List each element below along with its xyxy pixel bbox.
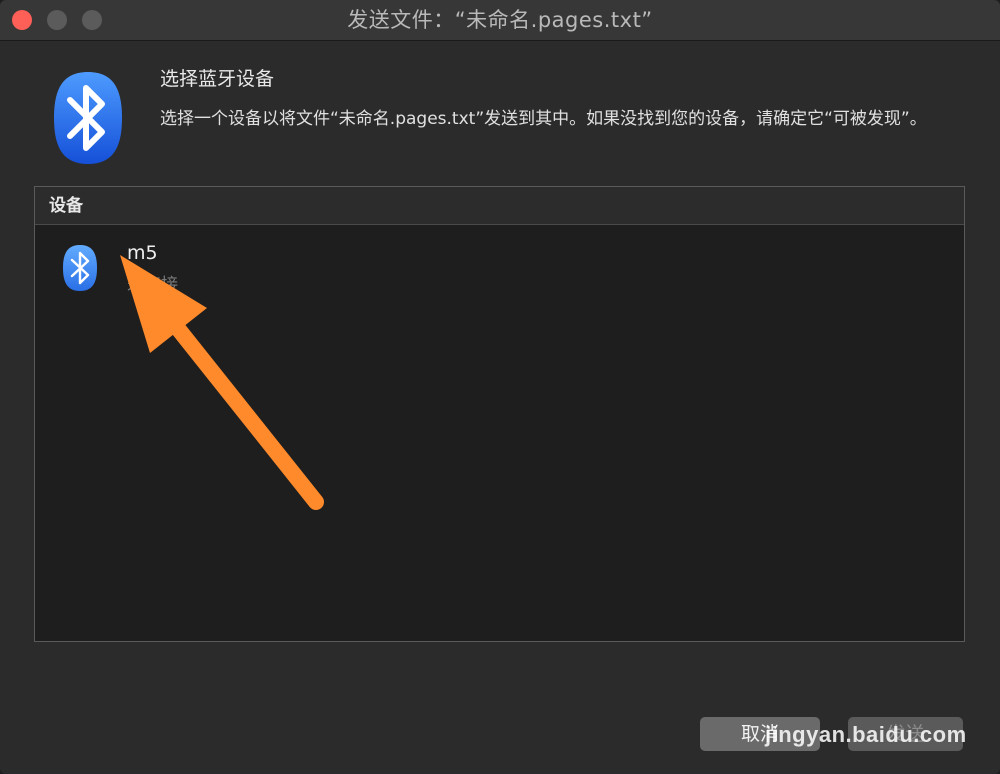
dialog-heading: 选择蓝牙设备: [160, 68, 275, 90]
send-file-window: 发送文件：“未命名.pages.txt” 选择蓝牙设备 选择一个设备以将文件“未…: [0, 0, 1000, 774]
device-column-header: 设备: [49, 196, 83, 216]
device-status: 未连接: [127, 275, 178, 295]
dialog-description: 选择一个设备以将文件“未命名.pages.txt”发送到其中。如果没找到您的设备…: [160, 109, 927, 129]
bluetooth-icon: [54, 72, 122, 164]
bluetooth-icon: [63, 245, 97, 291]
device-row[interactable]: m5 未连接: [35, 227, 964, 297]
window-title: 发送文件：“未命名.pages.txt”: [347, 8, 653, 32]
device-list-header[interactable]: 设备: [35, 187, 964, 225]
title-bar[interactable]: 发送文件：“未命名.pages.txt”: [0, 0, 1000, 41]
device-list[interactable]: 设备 m5 未连接: [34, 186, 965, 642]
device-name: m5: [127, 242, 158, 264]
watermark: jingyan.baidu.com: [765, 722, 967, 747]
